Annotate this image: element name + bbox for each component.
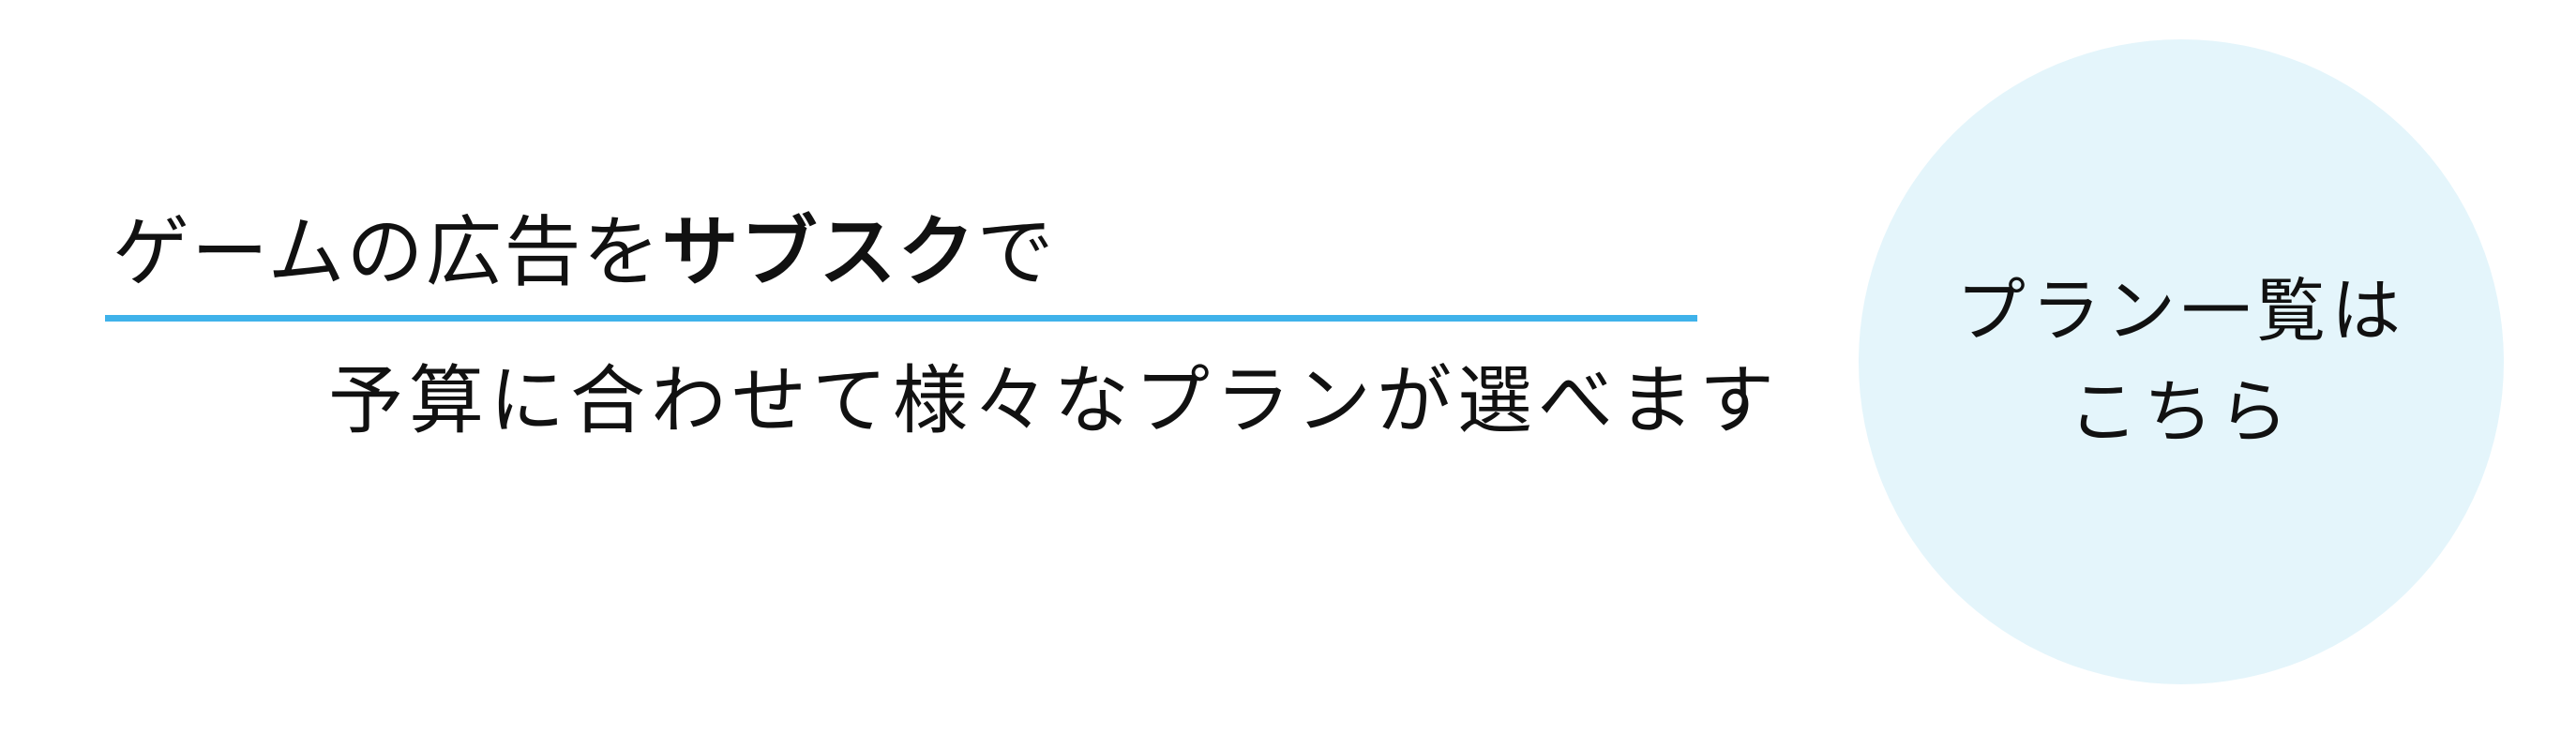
headline-divider xyxy=(105,315,1697,322)
plan-button-label-line2: こちら xyxy=(2069,372,2294,453)
ad-banner: ゲームの広告をサブスクで 予算に合わせて様々なプランが選べます プラン一覧は こ… xyxy=(0,0,2576,734)
headline-suffix: で xyxy=(976,208,1056,297)
plan-button-label-line1: プラン一覧は xyxy=(1956,271,2406,352)
headline-prefix: ゲームの広告を xyxy=(113,208,662,297)
headline: ゲームの広告をサブスクで xyxy=(113,197,1056,309)
subheadline: 予算に合わせて様々なプランが選べます xyxy=(328,357,1780,444)
plan-list-button[interactable]: プラン一覧は こちら xyxy=(1859,39,2504,684)
headline-emphasis: サブスク xyxy=(661,208,977,297)
